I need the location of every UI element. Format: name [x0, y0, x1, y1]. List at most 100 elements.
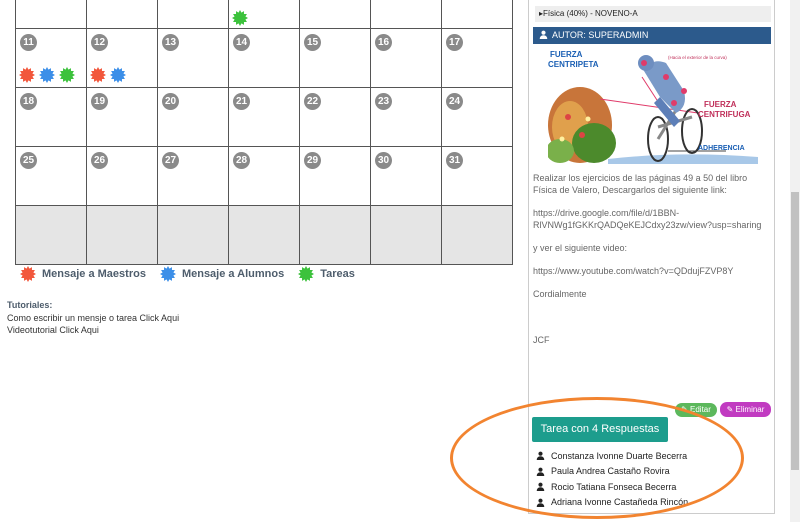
calendar-day-cell[interactable]: 26	[86, 146, 158, 206]
day-number: 29	[304, 152, 321, 169]
calendar-day-cell[interactable]: 12	[86, 28, 158, 88]
calendar-day-cell[interactable]	[157, 205, 229, 265]
task-body-paragraph: y ver el siguiente video:	[533, 243, 628, 253]
calendar-day-cell[interactable]: 24	[441, 87, 513, 147]
day-number: 30	[375, 152, 392, 169]
day-number: 26	[91, 152, 108, 169]
delete-button-label: Eliminar	[735, 405, 765, 414]
tutorial-write-link[interactable]: Como escribir un mensje o tarea Click Aq…	[7, 312, 179, 325]
day-number: 23	[375, 93, 392, 110]
illustration-label-centrifuga-1: FUERZA	[704, 100, 737, 109]
calendar-day-cell[interactable]: 21	[228, 87, 300, 147]
calendar-day-cell[interactable]: 29	[299, 146, 371, 206]
calendar-day-cell[interactable]: 31	[441, 146, 513, 206]
user-icon	[536, 498, 545, 507]
legend-teachers: Mensaje a Maestros	[20, 266, 146, 282]
calendar-day-cell[interactable]: 11	[15, 28, 87, 88]
student-response-item[interactable]: Rocio Tatiana Fonseca Becerra	[536, 479, 688, 495]
calendar-week-row	[15, 0, 513, 29]
task-body-paragraph: JCF	[533, 335, 550, 345]
user-icon	[536, 482, 545, 492]
calendar-day-cell[interactable]	[299, 205, 371, 265]
blue-burst-icon[interactable]	[39, 67, 55, 83]
day-badges	[90, 67, 126, 83]
day-number: 19	[91, 93, 108, 110]
illustration-label-centrifuga-2: CENTRIFUGA	[698, 110, 751, 119]
red-burst-icon	[20, 266, 36, 282]
day-number: 14	[233, 34, 250, 51]
calendar-day-cell[interactable]	[86, 0, 158, 29]
calendar-day-cell[interactable]	[299, 0, 371, 29]
calendar-day-cell[interactable]	[370, 0, 442, 29]
legend-students-label: Mensaje a Alumnos	[181, 268, 285, 280]
calendar-day-cell[interactable]	[441, 205, 513, 265]
calendar-day-cell[interactable]: 22	[299, 87, 371, 147]
day-number: 16	[375, 34, 392, 51]
illustration-label-centripeta-1: FUERZA	[550, 50, 583, 59]
calendar-day-cell[interactable]	[370, 205, 442, 265]
student-response-item[interactable]: Paula Andrea Castaño Rovira	[536, 464, 688, 480]
calendar-day-cell[interactable]: 25	[15, 146, 87, 206]
day-number: 12	[91, 34, 108, 51]
calendar-day-cell[interactable]: 28	[228, 146, 300, 206]
delete-button[interactable]: ✎ Eliminar	[720, 402, 771, 417]
legend-teachers-label: Mensaje a Maestros	[42, 268, 146, 280]
calendar-day-cell[interactable]: 16	[370, 28, 442, 88]
calendar-day-cell[interactable]	[15, 205, 87, 265]
green-burst-icon[interactable]	[232, 10, 248, 26]
task-body: Realizar los ejercicios de las páginas 4…	[533, 172, 773, 357]
day-badges	[232, 10, 248, 26]
student-response-item[interactable]: Constanza Ivonne Duarte Becerra	[536, 448, 688, 464]
scrollbar-thumb[interactable]	[791, 192, 799, 470]
task-body-paragraph	[533, 311, 773, 323]
day-number: 28	[233, 152, 250, 169]
calendar-day-cell[interactable]	[157, 0, 229, 29]
author-label: AUTOR: SUPERADMIN	[552, 30, 649, 40]
calendar-day-cell[interactable]	[228, 0, 300, 29]
illustration-label-centripeta-2: CENTRIPETA	[548, 60, 599, 69]
calendar-day-cell[interactable]: 20	[157, 87, 229, 147]
day-number: 21	[233, 93, 250, 110]
calendar-day-cell[interactable]	[228, 205, 300, 265]
edit-button[interactable]: ✎ Editar	[675, 403, 717, 417]
calendar-day-cell[interactable]: 27	[157, 146, 229, 206]
calendar-day-cell[interactable]	[441, 0, 513, 29]
day-number: 24	[446, 93, 463, 110]
calendar-day-cell[interactable]	[86, 205, 158, 265]
student-response-item[interactable]: Adriana Ivonne Castañeda Rincón	[536, 495, 688, 511]
day-number: 18	[20, 93, 37, 110]
task-body-paragraph[interactable]: https://www.youtube.com/watch?v=QDdujFZV…	[533, 265, 773, 277]
calendar-week-row: 25 26 27 28 29 30 31	[15, 146, 513, 206]
calendar-day-cell[interactable]: 30	[370, 146, 442, 206]
calendar-day-cell[interactable]: 18	[15, 87, 87, 147]
tutorials-title: Tutoriales:	[7, 300, 53, 310]
day-number: 25	[20, 152, 37, 169]
red-burst-icon[interactable]	[19, 67, 35, 83]
answers-button[interactable]: Tarea con 4 Respuestas	[532, 417, 668, 442]
author-bar: AUTOR: SUPERADMIN	[533, 27, 771, 44]
student-name: Adriana Ivonne Castañeda Rincón	[551, 497, 689, 508]
student-responses-list: Constanza Ivonne Duarte Becerra Paula And…	[536, 448, 688, 510]
calendar-grid: 11 12 13 14 15 16 17 18 19 20 21 22 23 24 25 26 27 28 29 30…	[15, 0, 513, 265]
calendar-day-cell[interactable]: 15	[299, 28, 371, 88]
tutorial-video-link[interactable]: Videotutorial Click Aqui	[7, 324, 179, 337]
user-icon	[536, 467, 545, 476]
day-number: 17	[446, 34, 463, 51]
red-burst-icon[interactable]	[90, 67, 106, 83]
day-number: 15	[304, 34, 321, 51]
tutorials: Tutoriales: Como escribir un mensje o ta…	[7, 299, 179, 337]
calendar-day-cell[interactable]: 14	[228, 28, 300, 88]
calendar-day-cell[interactable]: 19	[86, 87, 158, 147]
student-name: Paula Andrea Castaño Rovira	[551, 466, 670, 477]
blue-burst-icon[interactable]	[110, 67, 126, 83]
legend-tasks: Tareas	[298, 266, 355, 282]
calendar-day-cell[interactable]: 17	[441, 28, 513, 88]
calendar-day-cell[interactable]	[15, 0, 87, 29]
calendar-day-cell[interactable]: 13	[157, 28, 229, 88]
user-icon	[539, 30, 548, 39]
task-body-paragraph[interactable]: https://drive.google.com/file/d/1BBN-RlV…	[533, 207, 773, 231]
task-body-paragraph: Realizar los ejercicios de las páginas 4…	[533, 173, 748, 195]
calendar-day-cell[interactable]: 23	[370, 87, 442, 147]
subject-header[interactable]: ▸Física (40%) - NOVENO-A	[535, 6, 771, 22]
green-burst-icon[interactable]	[59, 67, 75, 83]
